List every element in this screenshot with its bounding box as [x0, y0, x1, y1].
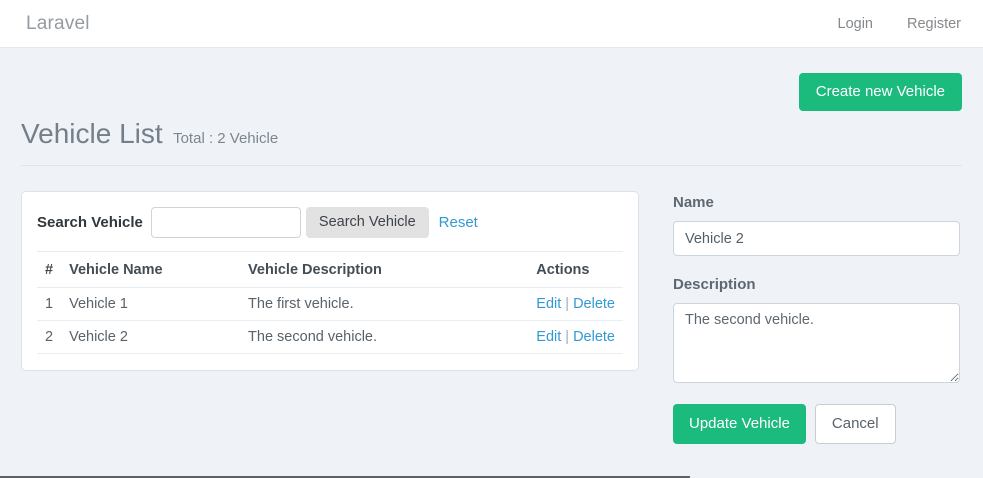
- row-vehicle-name: Vehicle 2: [61, 321, 240, 354]
- description-field[interactable]: [673, 303, 960, 383]
- edit-vehicle-form: Name Description Update Vehicle Cancel: [673, 191, 960, 444]
- search-button[interactable]: Search Vehicle: [306, 207, 429, 238]
- create-vehicle-button[interactable]: Create new Vehicle: [799, 73, 962, 111]
- action-separator: |: [565, 296, 569, 312]
- login-link[interactable]: Login: [838, 16, 873, 32]
- heading-row: Vehicle List Total : 2 Vehicle: [21, 118, 962, 150]
- delete-link[interactable]: Delete: [573, 296, 615, 312]
- name-field[interactable]: [673, 221, 960, 256]
- vehicle-table: # Vehicle Name Vehicle Description Actio…: [37, 251, 623, 354]
- row-actions: Edit|Delete: [528, 321, 623, 354]
- header-num: #: [37, 252, 61, 288]
- page-subtitle: Total : 2 Vehicle: [173, 130, 278, 147]
- search-label: Search Vehicle: [37, 214, 143, 231]
- search-row: Search Vehicle Search Vehicle Reset: [37, 207, 623, 238]
- edit-link[interactable]: Edit: [536, 296, 561, 312]
- heading-divider: [21, 165, 962, 166]
- action-separator: |: [565, 329, 569, 345]
- name-label: Name: [673, 194, 960, 211]
- description-label: Description: [673, 276, 960, 293]
- header-vehicle-name: Vehicle Name: [61, 252, 240, 288]
- table-row: 2 Vehicle 2 The second vehicle. Edit|Del…: [37, 321, 623, 354]
- row-vehicle-name: Vehicle 1: [61, 288, 240, 321]
- edit-link[interactable]: Edit: [536, 329, 561, 345]
- delete-link[interactable]: Delete: [573, 329, 615, 345]
- form-buttons: Update Vehicle Cancel: [673, 404, 960, 444]
- row-vehicle-description: The second vehicle.: [240, 321, 528, 354]
- header-vehicle-description: Vehicle Description: [240, 252, 528, 288]
- vehicle-list-card: Search Vehicle Search Vehicle Reset # Ve…: [21, 191, 639, 371]
- reset-link[interactable]: Reset: [439, 214, 478, 231]
- row-actions: Edit|Delete: [528, 288, 623, 321]
- row-num: 1: [37, 288, 61, 321]
- update-vehicle-button[interactable]: Update Vehicle: [673, 404, 806, 444]
- header-actions: Actions: [528, 252, 623, 288]
- page-title: Vehicle List: [21, 118, 163, 149]
- register-link[interactable]: Register: [907, 16, 961, 32]
- navbar-links: Login Register: [838, 16, 961, 32]
- brand-link[interactable]: Laravel: [26, 13, 90, 35]
- main-content: Create new Vehicle Vehicle List Total : …: [0, 73, 983, 444]
- table-row: 1 Vehicle 1 The first vehicle. Edit|Dele…: [37, 288, 623, 321]
- top-actions: Create new Vehicle: [21, 73, 962, 111]
- row-num: 2: [37, 321, 61, 354]
- search-input[interactable]: [151, 207, 301, 238]
- row-vehicle-description: The first vehicle.: [240, 288, 528, 321]
- navbar: Laravel Login Register: [0, 0, 983, 48]
- table-header-row: # Vehicle Name Vehicle Description Actio…: [37, 252, 623, 288]
- cancel-button[interactable]: Cancel: [815, 404, 896, 444]
